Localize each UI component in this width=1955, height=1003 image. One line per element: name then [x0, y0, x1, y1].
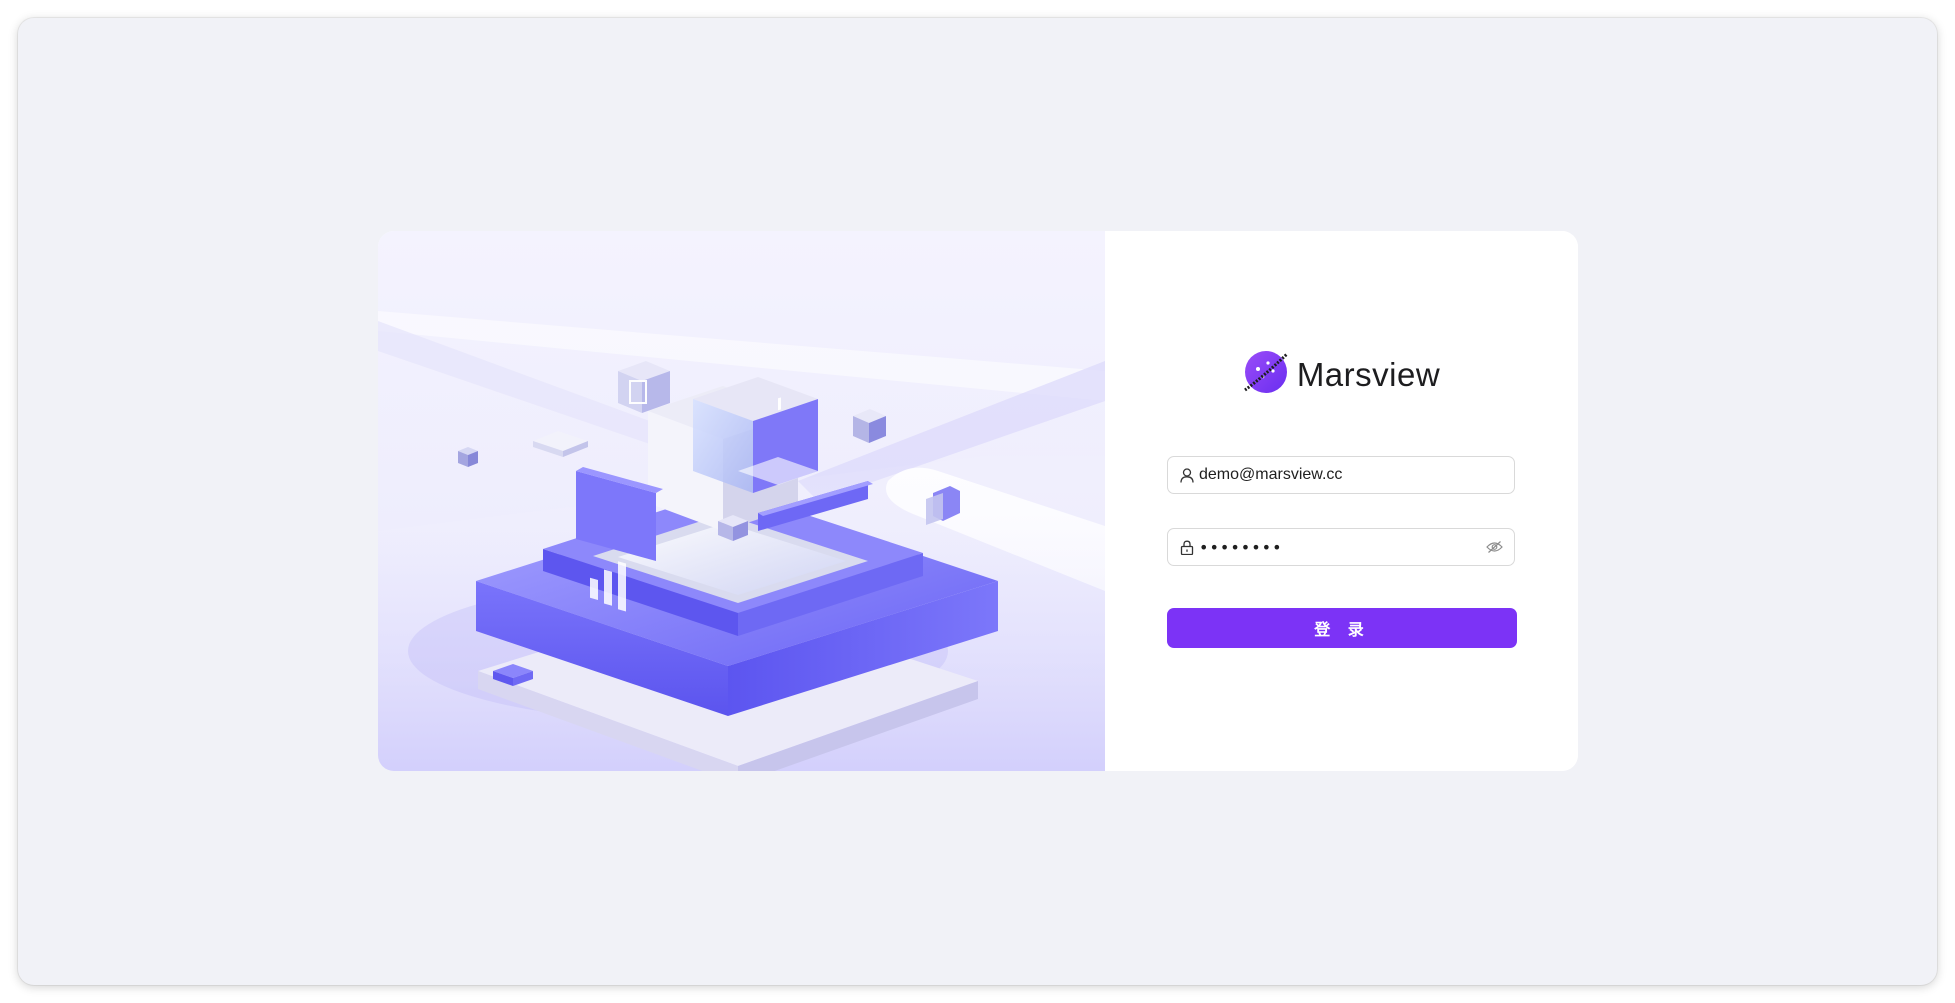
brand-header: Marsview — [1105, 349, 1578, 400]
lock-icon — [1179, 539, 1195, 555]
password-field[interactable]: •••••••• — [1167, 528, 1515, 566]
password-input[interactable]: •••••••• — [1199, 538, 1485, 557]
username-field[interactable] — [1167, 456, 1515, 494]
eye-invisible-icon[interactable] — [1485, 538, 1503, 556]
login-card: Marsview demo@marsview.cc •••••••• 登 录 — [378, 231, 1578, 771]
login-button[interactable]: 登 录 — [1167, 608, 1517, 648]
hero-illustration — [378, 231, 1105, 771]
brand-name: Marsview — [1296, 355, 1441, 393]
planet-icon — [1243, 349, 1289, 400]
browser-window: Marsview demo@marsview.cc •••••••• 登 录 — [18, 18, 1937, 985]
isometric-data-platform-illustration — [378, 311, 1105, 771]
username-input[interactable] — [1199, 466, 1503, 484]
user-icon — [1179, 467, 1195, 483]
login-form-panel: Marsview demo@marsview.cc •••••••• 登 录 — [1105, 231, 1578, 771]
